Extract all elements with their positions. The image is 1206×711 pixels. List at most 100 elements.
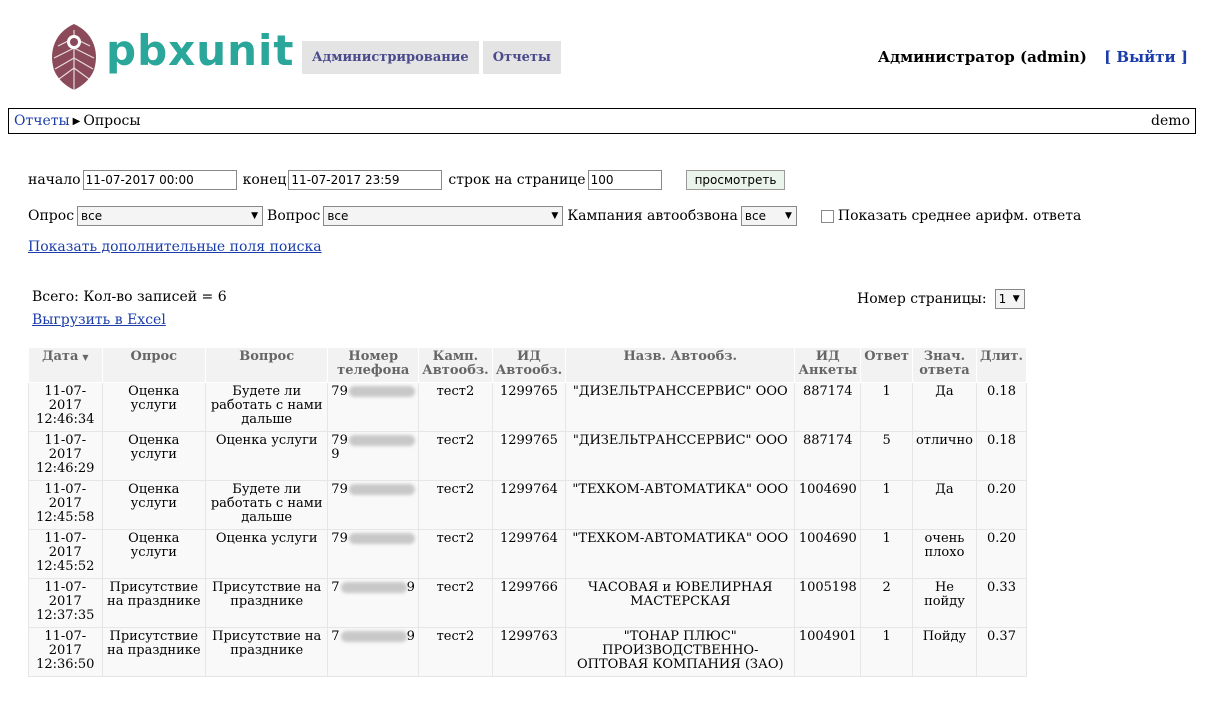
records-total: Всего: Кол-во записей = 6 (32, 289, 227, 305)
col-header-campaign-id[interactable]: ИД Автообз. (491, 347, 567, 383)
survey-select-value: все (81, 209, 103, 223)
cell-campaign-name: "ТОНАР ПЛЮС" ПРОИЗВОДСТВЕННО-ОПТОВАЯ КОМ… (565, 627, 796, 677)
col-header-phone[interactable]: Номер телефона (327, 347, 420, 383)
chevron-down-icon: ▼ (784, 211, 792, 221)
cell-campaign-id: 1299765 (491, 431, 567, 481)
cell-question: Присутствие на празднике (205, 627, 329, 677)
cell-question: Будете ли работать с нами дальше (205, 480, 329, 530)
question-select[interactable]: все ▼ (323, 206, 564, 226)
cell-survey: Оценка услуги (101, 431, 207, 481)
cell-duration: 0.33 (975, 578, 1028, 628)
nav-reports[interactable]: Отчеты (482, 41, 561, 74)
redacted-phone (348, 435, 415, 446)
cell-campaign-name: "ТЕХКОМ-АВТОМАТИКА" ООО (565, 529, 796, 579)
cell-answer: 1 (860, 480, 913, 530)
cell-answer-value: Не пойду (911, 578, 977, 628)
cell-form-id: 887174 (794, 382, 862, 432)
sort-down-icon: ▼ (82, 352, 89, 362)
caret-right-icon: ▶ (72, 116, 81, 127)
redacted-phone (348, 386, 415, 397)
cell-campaign: тест2 (418, 382, 493, 432)
phone-suffix: 9 (406, 629, 415, 644)
table-row: 11-07-2017 12:45:58 Оценка услуги Будете л… (28, 480, 1028, 530)
cell-answer: 2 (860, 578, 913, 628)
cell-campaign: тест2 (418, 480, 493, 530)
cell-duration: 0.20 (975, 480, 1028, 530)
cell-campaign-name: ЧАСОВАЯ и ЮВЕЛИРНАЯ МАСТЕРСКАЯ (565, 578, 796, 628)
breadcrumb: Отчеты ▶ Опросы (14, 109, 141, 135)
col-header-campaign-name[interactable]: Назв. Автообз. (565, 347, 796, 383)
col-header-date[interactable]: Дата ▼ (28, 347, 103, 383)
table-header-row: Дата ▼ Опрос Вопрос Номер телефона Камп. … (28, 347, 1028, 383)
cell-campaign-id: 1299766 (491, 578, 567, 628)
col-header-campaign[interactable]: Камп. Автообз. (418, 347, 493, 383)
more-search-fields-link[interactable]: Показать дополнительные поля поиска (28, 239, 322, 255)
campaign-label: Кампания автообзвона (567, 208, 738, 224)
logo[interactable]: pbxunit (44, 20, 294, 94)
show-average-label: Показать среднее арифм. ответа (837, 208, 1082, 224)
main-nav: Администрирование Отчеты (302, 41, 561, 74)
view-button[interactable]: просмотреть (685, 170, 786, 190)
cell-form-id: 1004690 (794, 529, 862, 579)
cell-answer: 1 (860, 382, 913, 432)
end-label: конец (242, 172, 287, 188)
phone-suffix: 9 (331, 447, 340, 462)
col-header-answer-value[interactable]: Знач. ответа (911, 347, 977, 383)
breadcrumb-reports-link[interactable]: Отчеты (14, 113, 70, 129)
feather-logo-icon (52, 24, 96, 92)
col-header-form-id[interactable]: ИД Анкеты (794, 347, 862, 383)
cell-campaign-id: 1299763 (491, 627, 567, 677)
cell-phone: 79 (327, 529, 420, 579)
cell-campaign: тест2 (418, 529, 493, 579)
cell-campaign-id: 1299764 (491, 529, 567, 579)
page-number-value: 1 (998, 292, 1007, 306)
survey-select[interactable]: все ▼ (77, 206, 264, 226)
cell-campaign: тест2 (418, 627, 493, 677)
cell-duration: 0.37 (975, 627, 1028, 677)
cell-question: Оценка услуги (205, 431, 329, 481)
cell-campaign-name: "ТЕХКОМ-АВТОМАТИКА" ООО (565, 480, 796, 530)
cell-date: 11-07-2017 12:36:50 (28, 627, 103, 677)
phone-suffix: 9 (406, 580, 415, 595)
cell-phone: 79 (327, 382, 420, 432)
col-header-duration[interactable]: Длит. (975, 347, 1028, 383)
cell-form-id: 1004901 (794, 627, 862, 677)
cell-question: Оценка услуги (205, 529, 329, 579)
phone-prefix: 79 (331, 482, 348, 497)
cell-answer-value: очень плохо (911, 529, 977, 579)
cell-date: 11-07-2017 12:45:52 (28, 529, 103, 579)
server-name: demo (1151, 113, 1190, 129)
start-date-input[interactable] (82, 170, 237, 190)
col-header-answer[interactable]: Ответ (860, 347, 913, 383)
results-table: Дата ▼ Опрос Вопрос Номер телефона Камп. … (28, 347, 1028, 677)
logo-text: pbxunit (106, 26, 295, 75)
table-row: 11-07-2017 12:46:34 Оценка услуги Будете л… (28, 382, 1028, 432)
export-excel-link[interactable]: Выгрузить в Excel (32, 312, 166, 328)
user-name: Администратор (admin) (877, 48, 1087, 66)
page-number-select[interactable]: 1 ▼ (994, 289, 1025, 309)
show-average-checkbox[interactable] (820, 209, 834, 223)
user-area: Администратор (admin) [ Выйти ] (878, 48, 1188, 66)
phone-prefix: 79 (331, 531, 348, 546)
logout-link[interactable]: [ Выйти ] (1104, 48, 1188, 66)
rows-per-page-input[interactable] (587, 170, 662, 190)
survey-label: Опрос (28, 208, 75, 224)
nav-admin[interactable]: Администрирование (302, 41, 479, 74)
campaign-select[interactable]: все ▼ (740, 206, 797, 226)
chevron-down-icon: ▼ (551, 211, 559, 221)
col-header-question[interactable]: Вопрос (205, 347, 329, 383)
cell-answer-value: Да (911, 480, 977, 530)
col-header-survey[interactable]: Опрос (101, 347, 207, 383)
cell-form-id: 887174 (794, 431, 862, 481)
survey-filter-row: Опрос все ▼ Вопрос все ▼ Кампания автооб… (28, 206, 1081, 226)
end-date-input[interactable] (288, 170, 443, 190)
date-filter-row: начало конец строк на странице просмотре… (28, 170, 786, 190)
chevron-down-icon: ▼ (1012, 294, 1020, 304)
cell-answer: 1 (860, 529, 913, 579)
cell-duration: 0.18 (975, 382, 1028, 432)
cell-answer-value: отлично (911, 431, 977, 481)
cell-date: 11-07-2017 12:45:58 (28, 480, 103, 530)
pager: Номер страницы: 1 ▼ (857, 289, 1029, 309)
cell-date: 11-07-2017 12:46:34 (28, 382, 103, 432)
table-row: 11-07-2017 12:37:35 Присутствие на праздн… (28, 578, 1028, 628)
